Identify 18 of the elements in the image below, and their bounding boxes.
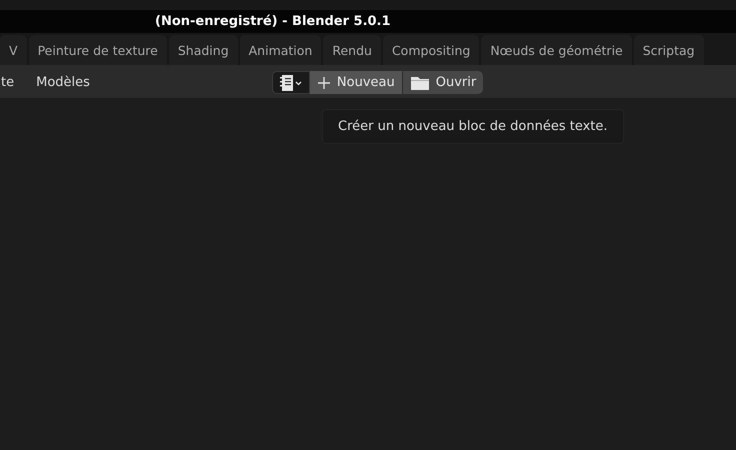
plus-icon [316, 76, 331, 90]
tooltip: Créer un nouveau bloc de données texte. [322, 109, 624, 144]
new-button[interactable]: Nouveau [310, 71, 402, 94]
workspace-tab[interactable]: Animation [240, 35, 322, 65]
workspace-tab[interactable]: V [0, 35, 27, 65]
workspace-tab[interactable]: Rendu [323, 35, 381, 65]
workspace-tab[interactable]: Scriptag [634, 35, 704, 65]
window-title: (Non-enregistré) - Blender 5.0.1 [155, 14, 391, 29]
folder-icon [410, 74, 430, 90]
text-document-icon [278, 74, 303, 92]
text-browse-dropdown[interactable] [272, 71, 310, 94]
workspace-tab[interactable]: Nœuds de géométrie [481, 35, 632, 65]
workspace-tab[interactable]: Peinture de texture [28, 35, 167, 65]
workspace-tab[interactable]: Shading [168, 35, 238, 65]
workspace-tab[interactable]: Compositing [382, 35, 480, 65]
menu-item[interactable]: te [1, 75, 24, 90]
open-button[interactable]: Ouvrir [402, 71, 484, 94]
menu-item[interactable]: Modèles [36, 75, 100, 90]
